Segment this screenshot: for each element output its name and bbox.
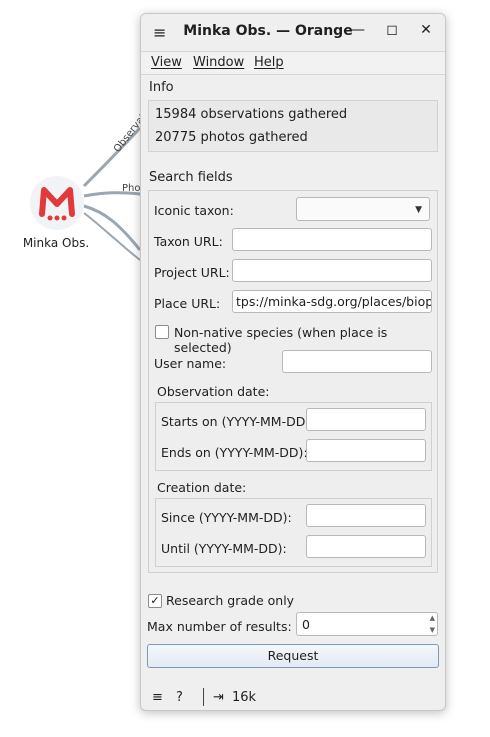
- menu-bar: View Window Help: [141, 51, 445, 75]
- project-url-input[interactable]: [232, 259, 432, 282]
- output-icon: ⇥: [213, 690, 224, 705]
- research-grade-checkbox[interactable]: ✓: [148, 594, 162, 608]
- chevron-down-icon: ▼: [415, 205, 422, 215]
- user-name-label: User name:: [154, 356, 227, 371]
- title-bar[interactable]: ≡ Minka Obs. — Orange — ◻ ✕: [141, 14, 445, 50]
- place-url-input[interactable]: tps://minka-sdg.org/places/bioprat: [232, 290, 432, 313]
- observation-date-box: Starts on (YYYY-MM-DD): Ends on (YYYY-MM…: [155, 402, 432, 471]
- ends-on-input[interactable]: [306, 439, 426, 462]
- help-icon[interactable]: ?: [176, 690, 183, 705]
- status-bar: ≡ ? ⇥ 16k: [141, 686, 445, 710]
- ends-on-label: Ends on (YYYY-MM-DD):: [161, 445, 308, 460]
- since-input[interactable]: [306, 504, 426, 527]
- search-fields-title: Search fields: [149, 170, 233, 185]
- starts-on-label: Starts on (YYYY-MM-DD):: [161, 414, 315, 429]
- observation-date-title: Observation date:: [157, 384, 270, 399]
- menu-window[interactable]: Window: [193, 55, 244, 70]
- creation-date-title: Creation date:: [157, 480, 247, 495]
- place-url-label: Place URL:: [154, 296, 221, 311]
- max-results-value: 0: [302, 617, 310, 632]
- status-menu-icon[interactable]: ≡: [152, 690, 163, 705]
- minka-logo-icon: [39, 187, 75, 221]
- link-label-photos: Pho: [122, 183, 141, 194]
- info-box: 15984 observations gathered 20775 photos…: [148, 100, 438, 152]
- spin-up-icon[interactable]: ▲: [430, 614, 435, 622]
- iconic-taxon-select[interactable]: ▼: [296, 197, 430, 221]
- window-title: Minka Obs. — Orange: [183, 23, 353, 39]
- window-menu-icon[interactable]: ≡: [153, 23, 166, 42]
- project-url-label: Project URL:: [154, 265, 230, 280]
- iconic-taxon-label: Iconic taxon:: [154, 203, 234, 218]
- maximize-icon[interactable]: ◻: [383, 22, 401, 38]
- until-input[interactable]: [306, 535, 426, 558]
- until-label: Until (YYYY-MM-DD):: [161, 541, 287, 556]
- minimize-icon[interactable]: —: [349, 22, 367, 38]
- max-results-label: Max number of results:: [147, 619, 292, 634]
- taxon-url-input[interactable]: [232, 228, 432, 251]
- spin-down-icon[interactable]: ▼: [430, 626, 435, 634]
- node-label: Minka Obs.: [22, 236, 90, 250]
- user-name-input[interactable]: [282, 350, 432, 373]
- info-title: Info: [149, 80, 174, 95]
- max-results-spinbox[interactable]: 0 ▲ ▼: [296, 612, 438, 636]
- status-separator: [203, 688, 204, 706]
- minka-widget-node[interactable]: [30, 176, 84, 230]
- close-icon[interactable]: ✕: [417, 22, 435, 38]
- request-button[interactable]: Request: [147, 644, 439, 668]
- photos-count: 20775 photos gathered: [155, 130, 308, 145]
- creation-date-box: Since (YYYY-MM-DD): Until (YYYY-MM-DD):: [155, 498, 432, 567]
- widget-window: ≡ Minka Obs. — Orange — ◻ ✕ View Window …: [140, 13, 446, 711]
- menu-help[interactable]: Help: [254, 55, 284, 70]
- since-label: Since (YYYY-MM-DD):: [161, 510, 292, 525]
- output-count: 16k: [232, 690, 257, 705]
- non-native-checkbox[interactable]: [155, 325, 169, 339]
- search-fields-box: Iconic taxon: ▼ Taxon URL: Project URL: …: [148, 190, 438, 573]
- taxon-url-label: Taxon URL:: [154, 234, 223, 249]
- menu-view[interactable]: View: [151, 55, 182, 70]
- observations-count: 15984 observations gathered: [155, 107, 348, 122]
- research-grade-label[interactable]: Research grade only: [166, 593, 294, 608]
- starts-on-input[interactable]: [306, 408, 426, 431]
